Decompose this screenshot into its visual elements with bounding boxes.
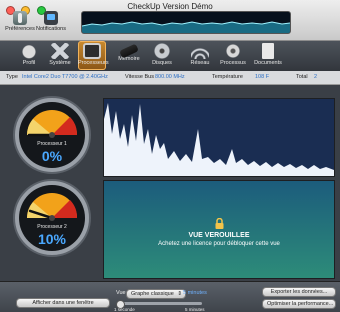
interval-value: 5 minutes: [183, 290, 207, 296]
preferences-label: Préférences: [5, 26, 35, 32]
tab-label: Processus: [220, 60, 246, 66]
apple-icon: [20, 43, 38, 59]
category-tab-bar: Profil Système Processeurs Mémoire Disqu…: [0, 41, 340, 72]
tab-processeurs[interactable]: Processeurs: [78, 41, 109, 70]
show-window-button[interactable]: Afficher dans une fenêtre: [16, 298, 110, 308]
gauge-label: Processeur 1: [37, 141, 67, 147]
notifications-button[interactable]: Notifications: [34, 11, 68, 32]
preferences-button[interactable]: Préférences: [5, 11, 35, 32]
tab-systeme[interactable]: Système: [46, 41, 74, 70]
slider-min-label: 1 seconde: [114, 307, 135, 312]
processor-info-bar: Type Intel Core2 Duo T7700 @ 2.40GHz Vit…: [0, 71, 340, 85]
slider-max-label: 5 minutes: [185, 307, 205, 312]
select-arrows-icon: ⇕: [177, 291, 182, 297]
bottom-toolbar: Afficher dans une fenêtre Vue Graphe cla…: [0, 281, 340, 312]
gauge-value: 10%: [37, 231, 67, 247]
network-icon: [191, 43, 209, 59]
view-select[interactable]: Graphe classique ⇕: [126, 289, 186, 299]
type-label: Type: [6, 74, 18, 80]
documents-icon: [262, 43, 274, 59]
processor-2-history-graph: VUE VEROUILLEE Achetez une licence pour …: [103, 180, 335, 279]
total-value: 2: [314, 74, 318, 80]
tab-label: Profil: [22, 60, 36, 66]
view-select-value: Graphe classique: [131, 291, 174, 297]
tab-documents[interactable]: Documents: [254, 41, 282, 70]
tab-profil[interactable]: Profil: [15, 41, 43, 70]
window-title: CheckUp Version Démo: [127, 2, 213, 11]
tab-processus[interactable]: Processus: [219, 41, 247, 70]
tab-reseau[interactable]: Réseau: [186, 41, 214, 70]
temperature-value: 108 F: [255, 74, 270, 80]
activity-wave: [82, 21, 290, 33]
export-data-button[interactable]: Exporter les données...: [262, 287, 336, 297]
processor-2-gauge: Processeur 2 10%: [9, 178, 95, 258]
disk-icon: [153, 43, 171, 59]
tab-label: Processeurs: [78, 60, 109, 66]
total-label: Total: [296, 74, 308, 80]
processor-1-gauge: Processeur 1 0%: [9, 95, 95, 175]
temperature-label: Température: [212, 74, 243, 80]
bus-value: 800.00 MHz: [155, 74, 185, 80]
tab-memoire[interactable]: Mémoire: [115, 41, 143, 70]
tab-disques[interactable]: Disques: [148, 41, 176, 70]
tab-label: Réseau: [190, 60, 210, 66]
app-window: CheckUp Version Démo Préférences Notific…: [0, 0, 340, 312]
notifications-label: Notifications: [36, 26, 66, 32]
tab-label: Disques: [152, 60, 172, 66]
interval-slider[interactable]: [116, 300, 202, 309]
cpu-activity-strip: [81, 11, 291, 34]
notifications-icon: [44, 11, 58, 25]
process-icon: [224, 43, 242, 59]
gauge-value: 0%: [41, 148, 63, 164]
tab-label: Documents: [254, 60, 282, 66]
switch-icon: [13, 11, 27, 25]
bus-label: Vitesse Bus: [125, 74, 154, 80]
tab-label: Système: [49, 60, 71, 66]
title-bar: CheckUp Version Démo Préférences Notific…: [0, 0, 340, 41]
view-label: Vue: [116, 290, 126, 296]
type-value: Intel Core2 Duo T7700 @ 2.40GHz: [22, 74, 108, 80]
processor-icon: [83, 43, 101, 59]
gauge-label: Processeur 2: [37, 224, 67, 230]
locked-view-message: Achetez une licence pour débloquer cette…: [158, 241, 280, 247]
optimize-performance-button[interactable]: Optimiser la performance...: [262, 299, 336, 309]
system-icon: [51, 43, 69, 59]
processor-1-history-graph: [103, 98, 335, 177]
locked-view-title: VUE VEROUILLEE: [188, 232, 250, 239]
